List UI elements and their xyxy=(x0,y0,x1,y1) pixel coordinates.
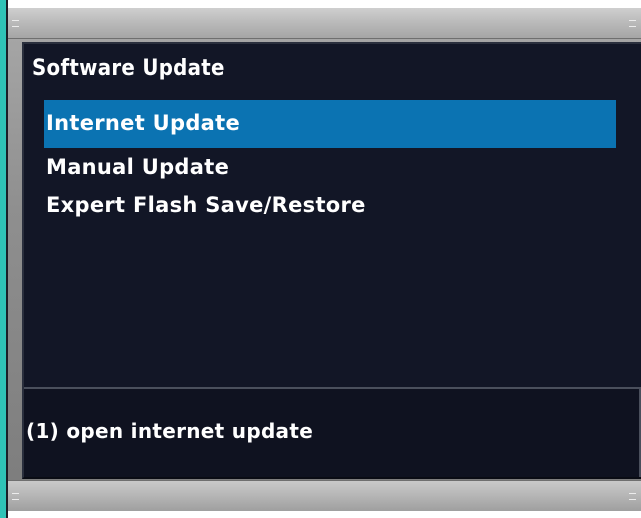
menu-item-manual-update[interactable]: Manual Update xyxy=(44,148,616,186)
dialog-title: Software Update xyxy=(32,56,225,81)
grip-bottom-right-icon xyxy=(629,493,636,500)
grip-left-icon xyxy=(12,20,19,27)
menu-item-expert-flash[interactable]: Expert Flash Save/Restore xyxy=(44,186,616,224)
bottom-bar xyxy=(8,480,641,511)
help-text: (1) open internet update xyxy=(26,419,314,443)
grip-right-icon xyxy=(629,20,636,27)
tv-menu-screen: Software Update Internet Update Manual U… xyxy=(0,0,641,518)
help-panel: (1) open internet update xyxy=(24,387,641,477)
grip-bottom-left-icon xyxy=(12,493,19,500)
update-menu: Internet Update Manual Update Expert Fla… xyxy=(44,100,616,224)
menu-item-internet-update[interactable]: Internet Update xyxy=(44,100,616,148)
software-update-dialog: Software Update Internet Update Manual U… xyxy=(22,42,641,479)
top-bar xyxy=(8,8,641,39)
